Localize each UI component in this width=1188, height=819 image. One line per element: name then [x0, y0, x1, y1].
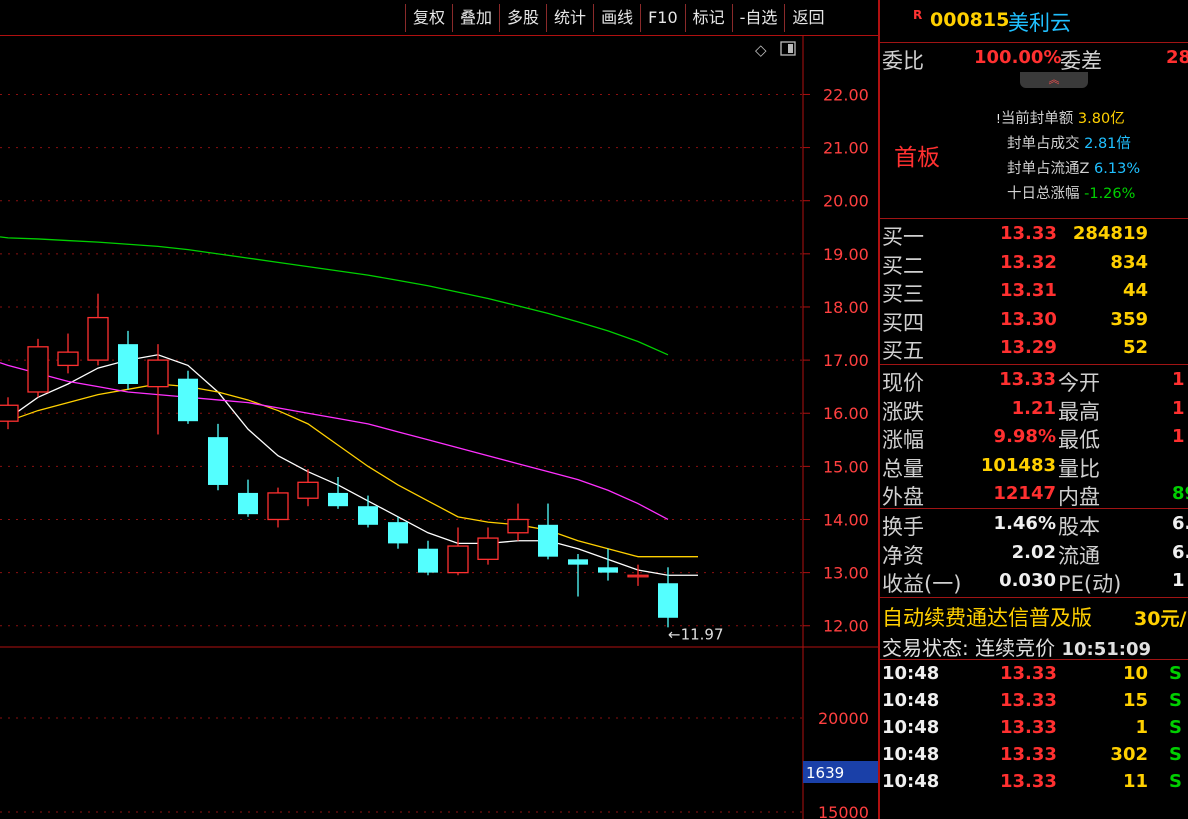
bid-volume: 52	[1122, 337, 1148, 358]
fund-row: 净资 2.02 流通 6.9	[882, 541, 1188, 568]
price-tick-label: 16.00	[823, 404, 869, 423]
candle	[267, 487, 289, 528]
bid-row[interactable]: 买五 13.29 52	[882, 335, 1188, 363]
candle	[477, 527, 499, 565]
remove-watchlist-button[interactable]: -自选	[731, 4, 785, 32]
ma-line	[7, 354, 698, 576]
ma-line	[7, 383, 698, 558]
candle	[238, 479, 258, 517]
price-tick-label: 17.00	[823, 351, 869, 370]
r-flag: R	[913, 8, 923, 22]
price-tick-label: 15.00	[823, 457, 869, 476]
volume-cursor-value: 1639	[806, 764, 844, 782]
toolbar-buttons: 复权 叠加 多股 统计 画线 F10 标记 -自选 返回	[405, 4, 831, 32]
moving-average-lines	[0, 236, 698, 576]
bid-row[interactable]: 买一 13.33 284819	[882, 221, 1188, 249]
candle	[388, 516, 408, 549]
collapse-icon[interactable]: ︽	[1020, 72, 1088, 88]
candle	[598, 548, 618, 581]
stat-row: 现价 13.33 今开 1	[882, 369, 1185, 395]
candle	[178, 370, 198, 424]
bid-price: 13.33	[1000, 223, 1057, 244]
candle	[507, 503, 529, 541]
stat-row: 涨幅 9.98% 最低 1	[882, 426, 1185, 452]
bid-volume: 284819	[1072, 223, 1148, 244]
tick-row: 10:48 13.33 11 S	[882, 771, 1182, 792]
bid-row[interactable]: 买四 13.30 359	[882, 307, 1188, 335]
back-button[interactable]: 返回	[784, 4, 831, 32]
bid-volume: 834	[1110, 251, 1148, 273]
statistics-button[interactable]: 统计	[546, 4, 593, 32]
candle	[568, 554, 588, 597]
candle	[27, 338, 49, 398]
tick-row: 10:48 13.33 10 S	[882, 663, 1182, 684]
candle	[658, 567, 678, 628]
fund-row: 收益(一) 0.030 PE(动) 1	[882, 570, 1185, 596]
draw-line-button[interactable]: 画线	[593, 4, 640, 32]
ad-banner[interactable]: 自动续费通达信普及版 30元/	[882, 602, 1188, 630]
min-price-label: ←11.97	[668, 625, 724, 643]
tick-row: 10:48 13.33 15 S	[882, 690, 1182, 711]
weibi-value: 100.00%	[974, 47, 1062, 68]
candle	[418, 540, 438, 576]
tick-row: 10:48 13.33 1 S	[882, 717, 1182, 738]
bid-price: 13.31	[1000, 280, 1057, 301]
candle	[118, 330, 138, 390]
fund-row: 换手 1.46% 股本 6.9	[882, 513, 1188, 539]
bid-price: 13.29	[1000, 337, 1057, 358]
candle	[0, 397, 19, 430]
price-tick-label: 21.00	[823, 139, 869, 158]
board-label: 首板	[894, 145, 940, 171]
price-tick-label: 18.00	[823, 298, 869, 317]
bid-volume: 359	[1110, 308, 1148, 330]
mark-button[interactable]: 标记	[684, 4, 732, 32]
candle	[87, 293, 109, 366]
volume-tick-20000: 20000	[818, 709, 869, 728]
price-tick-label: 19.00	[823, 245, 869, 264]
candle	[208, 423, 228, 491]
candle	[57, 333, 79, 374]
bid-price: 13.32	[1000, 251, 1057, 273]
f10-button[interactable]: F10	[640, 4, 685, 32]
restore-rights-button[interactable]: 复权	[405, 4, 452, 32]
tick-row: 10:48 13.33 302 S	[882, 744, 1182, 765]
price-tick-label: 22.00	[823, 85, 869, 104]
bid-volume: 44	[1122, 280, 1148, 301]
candle	[538, 503, 558, 560]
price-tick-label: 12.00	[823, 617, 869, 636]
stock-name[interactable]: 美利云	[1008, 7, 1071, 37]
trading-status: 交易状态: 连续竞价 10:51:09	[882, 636, 1152, 660]
candlesticks	[0, 293, 678, 628]
kline-chart[interactable]: 22.00 21.00 20.00 19.00 18.00 17.00 16.00 15.00…	[0, 36, 878, 819]
weibi-row: 委比 100.00% 委差 28	[882, 45, 1188, 73]
price-tick-label: 14.00	[823, 510, 869, 529]
price-axis: 22.00 21.00 20.00 19.00 18.00 17.00 16.00 15.00…	[803, 85, 869, 636]
stat-row: 总量 101483 量比	[882, 454, 1100, 481]
stock-title: R 000815 美利云	[880, 0, 1188, 42]
candle	[358, 495, 378, 528]
multi-stock-button[interactable]: 多股	[499, 4, 546, 32]
stat-row: 涨跌 1.21 最高 1	[882, 397, 1185, 424]
price-tick-label: 20.00	[823, 192, 869, 211]
volume-tick-15000: 15000	[818, 803, 869, 819]
price-tick-label: 13.00	[823, 564, 869, 583]
bid-row[interactable]: 买三 13.31 44	[882, 278, 1188, 306]
seal-info: !当前封单额 3.80亿 封单占成交 2.81倍 封单占流通Z 6.13% 十日…	[996, 111, 1141, 202]
chart-toolbar: 复权 叠加 多股 统计 画线 F10 标记 -自选 返回	[0, 0, 878, 36]
overlay-button[interactable]: 叠加	[452, 4, 499, 32]
stat-row: 外盘 12147 内盘 89	[882, 483, 1188, 509]
weicha-value: 28	[1166, 47, 1188, 68]
stock-code[interactable]: 000815	[930, 9, 1009, 31]
quote-panel: R 000815 美利云 委比 100.00% 委差 28 ︽ 首板 !当前封单…	[878, 0, 1188, 819]
candle	[447, 527, 469, 576]
bid-price: 13.30	[1000, 308, 1057, 330]
bid-row[interactable]: 买二 13.32 834	[882, 250, 1188, 278]
diamond-icon[interactable]: ◇	[755, 41, 767, 59]
